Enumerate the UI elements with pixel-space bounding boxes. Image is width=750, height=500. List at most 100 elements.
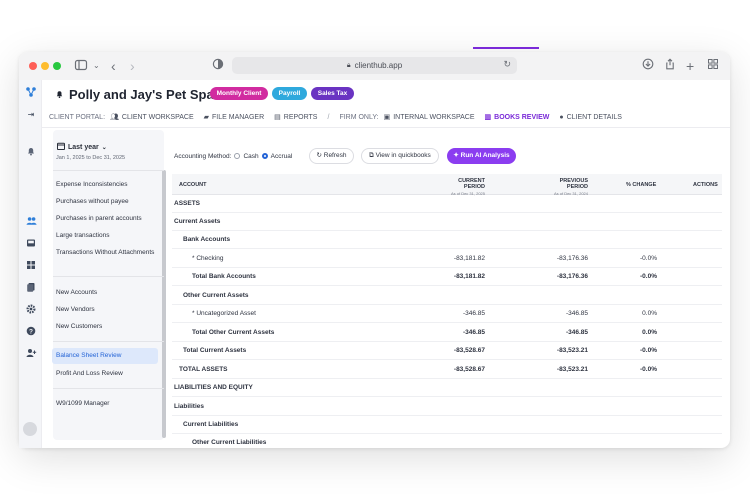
lock-icon: 🔒︎ <box>346 61 351 69</box>
period-selector[interactable]: Last year ⌄ <box>57 142 107 152</box>
table-row[interactable]: Bank Accounts <box>172 231 722 249</box>
sidebar-scrollbar[interactable] <box>162 170 166 438</box>
tab-reports[interactable]: ▤ REPORTS <box>274 113 318 122</box>
client-portal-label: CLIENT PORTAL: <box>49 113 106 121</box>
book-icon: ▥ <box>484 114 492 121</box>
accrual-radio[interactable] <box>261 153 268 159</box>
table-row[interactable]: * Checking -83,181.82 -83,176.36 -0.0% <box>172 250 722 268</box>
close-window-button[interactable] <box>29 62 37 70</box>
forward-icon[interactable]: › <box>130 58 135 74</box>
cash-label: Cash <box>243 152 259 160</box>
clients-icon[interactable] <box>25 216 37 228</box>
external-link-icon: ⧉ <box>369 152 374 159</box>
sidebar-item-balance-sheet-review[interactable]: Balance Sheet Review <box>52 348 158 364</box>
users-icon: 👥︎ <box>110 114 119 121</box>
tab-internal-workspace[interactable]: ▣ INTERNAL WORKSPACE <box>384 113 475 122</box>
tab-books-review[interactable]: ▥ BOOKS REVIEW <box>484 113 550 122</box>
share-icon[interactable] <box>664 58 676 74</box>
table-row[interactable]: LIABILITIES AND EQUITY <box>172 379 722 397</box>
new-tab-icon[interactable]: + <box>686 58 694 74</box>
table-row[interactable]: * Uncategorized Asset -346.85 -346.85 0.… <box>172 305 722 323</box>
sidebar-item-new-vendors[interactable]: New Vendors <box>56 305 156 314</box>
percent-change: 0.0% <box>642 329 657 336</box>
sidebar-item-new-accounts[interactable]: New Accounts <box>56 288 156 297</box>
privacy-shield-icon[interactable] <box>212 58 224 74</box>
period-label: Last year <box>68 143 99 151</box>
sidebar-toggle-icon[interactable] <box>74 58 88 74</box>
tab-client-workspace[interactable]: 👥︎ CLIENT WORKSPACE <box>110 113 194 122</box>
account-name: Current Assets <box>174 218 221 225</box>
sidebar-divider <box>53 170 164 171</box>
settings-gear-icon[interactable] <box>25 304 37 316</box>
account-name: Bank Accounts <box>183 236 231 243</box>
sidebar-item-new-customers[interactable]: New Customers <box>56 322 156 331</box>
tab-file-manager[interactable]: ▰ FILE MANAGER <box>204 113 265 122</box>
payroll-tag[interactable]: Payroll <box>272 87 307 100</box>
table-row[interactable]: Liabilities <box>172 398 722 416</box>
app-logo-icon[interactable] <box>25 86 37 98</box>
reload-icon[interactable]: ↻ <box>503 59 511 70</box>
tab-overview-icon[interactable] <box>707 58 719 74</box>
help-icon[interactable]: ? <box>25 326 37 338</box>
report-icon: ▤ <box>274 114 281 121</box>
inbox-icon[interactable] <box>25 238 37 250</box>
button-label: Run AI Analysis <box>460 152 510 159</box>
tab-label: CLIENT DETAILS <box>566 113 622 121</box>
table-row[interactable]: Current Assets <box>172 213 722 231</box>
sidebar-item-profit-loss-review[interactable]: Profit And Loss Review <box>56 369 156 378</box>
back-icon[interactable]: ‹ <box>111 58 116 74</box>
sidebar-item-large-transactions[interactable]: Large transactions <box>56 231 156 240</box>
sales-tax-tag[interactable]: Sales Tax <box>311 87 354 100</box>
monthly-client-tag[interactable]: Monthly Client <box>210 87 268 100</box>
header-previous-period: PREVIOUS PERIOD As of Dec 31, 2024 <box>539 178 588 196</box>
dashboard-icon[interactable] <box>25 260 37 272</box>
run-ai-analysis-button[interactable]: ✦ Run AI Analysis <box>447 148 516 164</box>
add-user-icon[interactable] <box>25 348 37 360</box>
account-name: Other Current Assets <box>183 292 249 299</box>
header-previous-label: PREVIOUS PERIOD <box>559 178 588 190</box>
table-row[interactable]: Other Current Liabilities <box>172 434 722 452</box>
maximize-window-button[interactable] <box>53 62 61 70</box>
user-avatar[interactable] <box>23 422 37 436</box>
client-bell-icon[interactable] <box>55 87 64 102</box>
review-sidebar <box>53 130 164 440</box>
account-name: ASSETS <box>174 200 201 207</box>
current-value: -83,181.82 <box>453 255 485 262</box>
sidebar-item-expense-inconsistencies[interactable]: Expense Inconsistencies <box>56 180 156 189</box>
tab-label: REPORTS <box>283 113 318 121</box>
refresh-button[interactable]: ↻ Refresh <box>309 148 354 164</box>
chevron-down-icon: ⌄ <box>101 144 107 151</box>
chevron-down-icon[interactable]: ⌄ <box>93 58 100 74</box>
sidebar-item-w9-1099-manager[interactable]: W9/1099 Manager <box>56 399 156 408</box>
minimize-window-button[interactable] <box>41 62 49 70</box>
previous-value: -346.85 <box>565 329 588 336</box>
current-value: -83,528.67 <box>453 347 485 354</box>
table-row[interactable]: Other Current Assets <box>172 287 722 305</box>
documents-icon[interactable] <box>25 282 37 294</box>
tab-label: INTERNAL WORKSPACE <box>393 113 475 121</box>
table-row[interactable]: Total Current Assets -83,528.67 -83,523.… <box>172 342 722 360</box>
collapse-rail-icon[interactable]: ⇥ <box>25 109 37 121</box>
client-header: Polly and Jay's Pet Spa Monthly Client P… <box>42 80 730 128</box>
sidebar-item-transactions-without-attachments[interactable]: Transactions Without Attachments <box>56 248 156 257</box>
previous-value: -83,523.21 <box>556 347 588 354</box>
download-icon[interactable] <box>642 58 654 74</box>
cash-radio[interactable] <box>234 153 241 159</box>
table-row[interactable]: TOTAL ASSETS -83,528.67 -83,523.21 -0.0% <box>172 361 722 379</box>
client-nav: CLIENT PORTAL: 👥︎ CLIENT WORKSPACE ▰ FIL… <box>49 110 632 124</box>
address-bar[interactable]: 🔒︎ clienthub.app ↻ <box>232 57 517 74</box>
table-row[interactable]: ASSETS <box>172 195 722 213</box>
accounting-method-label: Accounting Method: <box>174 152 232 160</box>
sidebar-item-purchases-without-payee[interactable]: Purchases without payee <box>56 197 156 206</box>
sidebar-item-purchases-parent-accounts[interactable]: Purchases in parent accounts <box>56 214 156 223</box>
table-row[interactable]: Current Liabilities <box>172 416 722 434</box>
tab-client-details[interactable]: ● CLIENT DETAILS <box>559 114 622 121</box>
sidebar-divider <box>53 388 164 389</box>
notifications-bell-icon[interactable] <box>25 146 37 158</box>
account-name: * Checking <box>192 255 224 262</box>
view-in-quickbooks-button[interactable]: ⧉ View in quickbooks <box>361 148 439 164</box>
percent-change: -0.0% <box>640 273 657 280</box>
table-row[interactable]: Total Other Current Assets -346.85 -346.… <box>172 324 722 342</box>
table-row[interactable]: Total Bank Accounts -83,181.82 -83,176.3… <box>172 268 722 286</box>
current-value: -83,528.67 <box>453 366 485 373</box>
